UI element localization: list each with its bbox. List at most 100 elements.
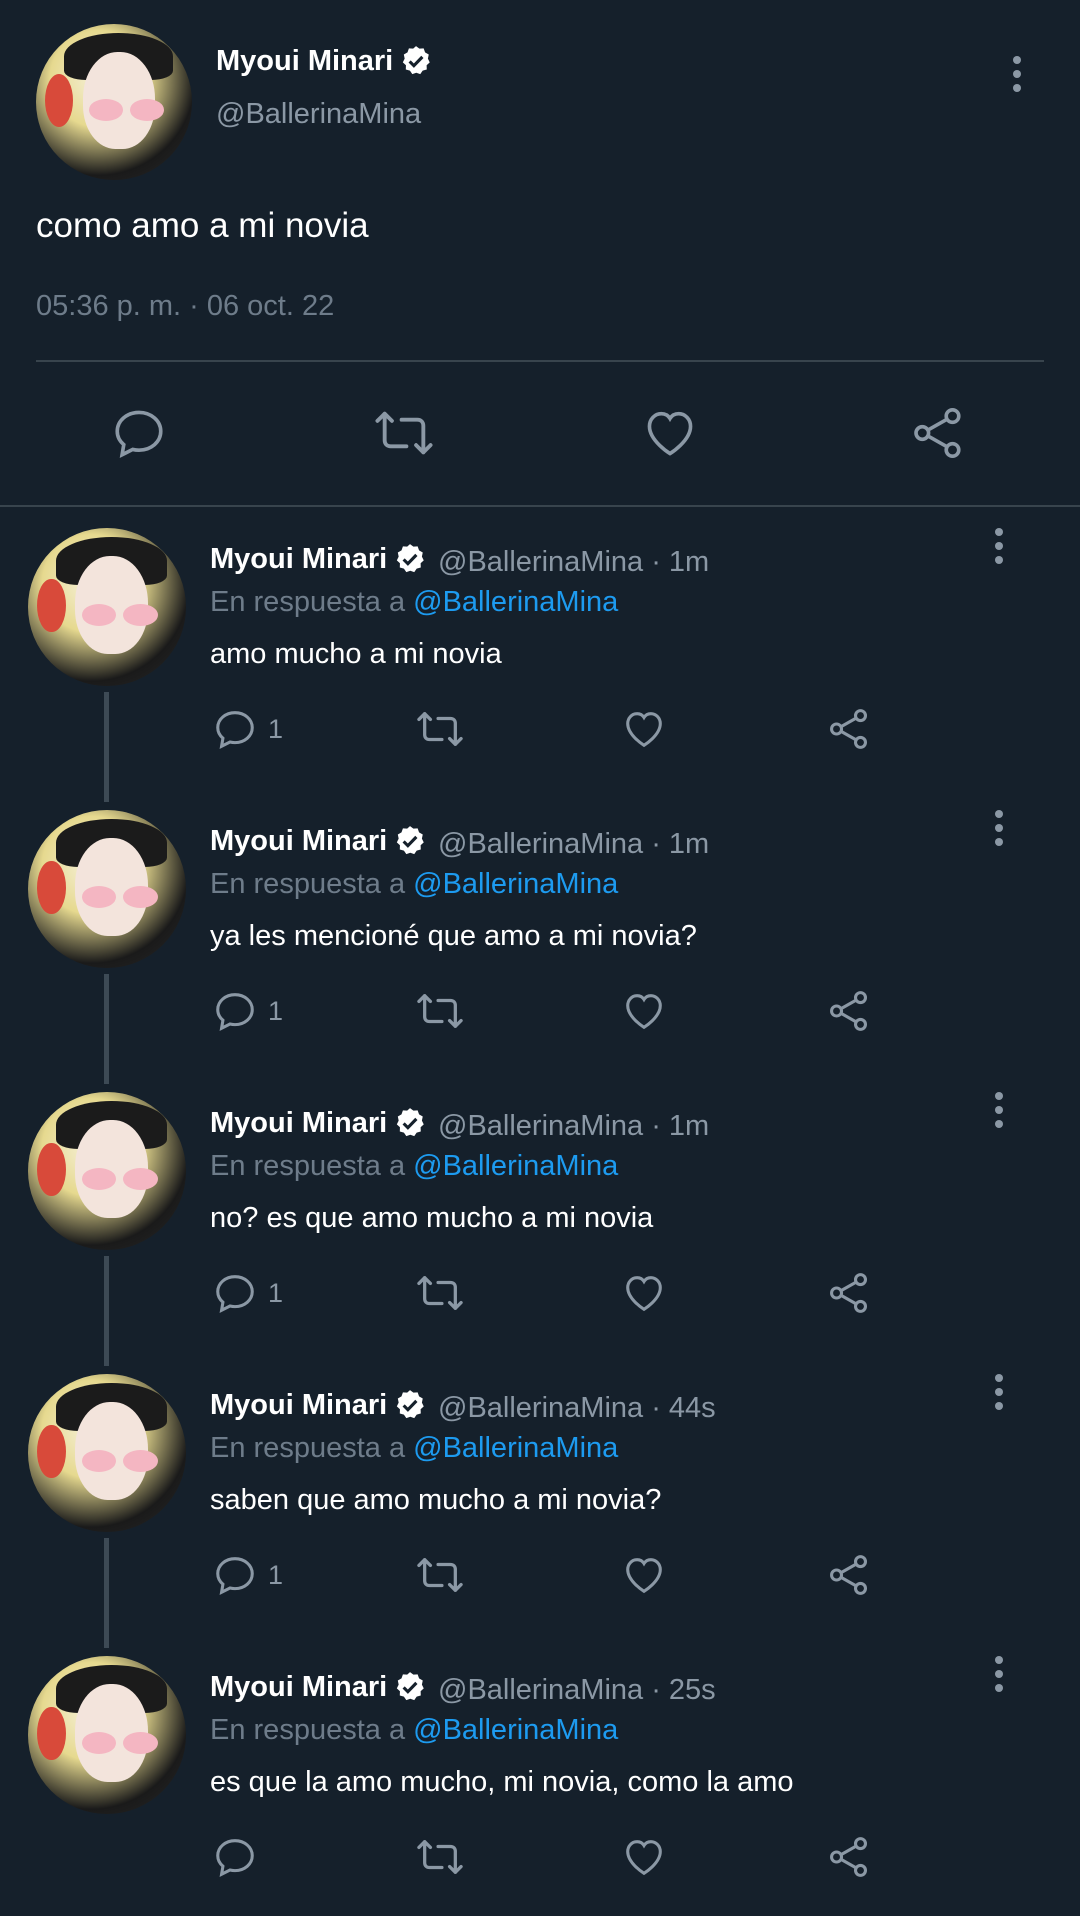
reply-count: 1: [268, 995, 284, 1026]
display-name[interactable]: Myoui Minari: [210, 542, 427, 576]
handle-time[interactable]: @BallerinaMina · 1m: [438, 546, 709, 579]
replying-to: En respuesta a @BallerinaMina: [210, 1714, 619, 1746]
display-name[interactable]: Myoui Minari: [210, 1670, 427, 1704]
display-name[interactable]: Myoui Minari: [216, 44, 433, 78]
retweet-icon: [417, 1276, 463, 1310]
share-button[interactable]: [825, 1834, 873, 1880]
tweet-text: ya les mencioné que amo a mi novia?: [210, 920, 697, 952]
reply-tweet[interactable]: Myoui Minari @BallerinaMina · 1m En resp…: [0, 788, 1080, 1084]
tweet-text: amo mucho a mi novia: [210, 638, 502, 670]
handle[interactable]: @BallerinaMina: [216, 98, 421, 131]
verified-badge-icon: [397, 826, 424, 855]
more-options-icon[interactable]: [989, 526, 1009, 570]
share-button[interactable]: [825, 988, 873, 1034]
share-button[interactable]: [825, 1270, 873, 1316]
mention-link[interactable]: @BallerinaMina: [413, 586, 618, 618]
more-options-icon[interactable]: [989, 808, 1009, 852]
reply-count: 1: [268, 1277, 284, 1308]
divider: [36, 360, 1044, 362]
verified-badge-icon: [403, 46, 430, 75]
like-icon: [626, 1558, 662, 1594]
share-button[interactable]: [825, 1552, 873, 1598]
handle-time[interactable]: @BallerinaMina · 25s: [438, 1674, 716, 1707]
like-icon: [647, 411, 693, 456]
like-button[interactable]: [620, 1834, 668, 1880]
replying-to: En respuesta a @BallerinaMina: [210, 868, 619, 900]
more-options-icon[interactable]: [989, 1654, 1009, 1698]
mention-link[interactable]: @BallerinaMina: [413, 868, 618, 900]
retweet-button[interactable]: [412, 988, 468, 1034]
retweet-button[interactable]: [412, 706, 468, 752]
thread-line: [104, 1538, 109, 1648]
retweet-button[interactable]: [412, 1834, 468, 1880]
handle-time[interactable]: @BallerinaMina · 44s: [438, 1392, 716, 1425]
more-options-icon[interactable]: [989, 1372, 1009, 1416]
tweet-text: no? es que amo mucho a mi novia: [210, 1202, 654, 1234]
tweet-timestamp: 05:36 p. m. · 06 oct. 22: [36, 290, 335, 322]
like-button[interactable]: [620, 988, 668, 1034]
like-icon: [626, 712, 662, 748]
share-icon: [830, 1273, 868, 1313]
reply-tweet[interactable]: Myoui Minari @BallerinaMina · 1m En resp…: [0, 506, 1080, 802]
retweet-icon: [417, 994, 463, 1028]
share-button[interactable]: [825, 706, 873, 752]
avatar[interactable]: [28, 528, 186, 686]
verified-badge-icon: [397, 1390, 424, 1419]
like-button[interactable]: [640, 404, 700, 462]
avatar[interactable]: [28, 1656, 186, 1814]
like-icon: [626, 1276, 662, 1312]
share-button[interactable]: [908, 404, 968, 462]
share-icon: [830, 1555, 868, 1595]
retweet-icon: [375, 411, 433, 455]
tweet-text: es que la amo mucho, mi novia, como la a…: [210, 1766, 794, 1798]
mention-link[interactable]: @BallerinaMina: [413, 1714, 618, 1746]
replying-to: En respuesta a @BallerinaMina: [210, 1150, 619, 1182]
reply-tweet[interactable]: Myoui Minari @BallerinaMina · 25s En res…: [0, 1634, 1080, 1916]
share-icon: [914, 407, 961, 459]
avatar[interactable]: [28, 1092, 186, 1250]
avatar[interactable]: [36, 24, 192, 180]
more-options-icon[interactable]: [1007, 54, 1027, 98]
retweet-button[interactable]: [412, 1552, 468, 1598]
share-icon: [830, 1837, 868, 1877]
reply-count: 1: [268, 713, 284, 744]
thread-line: [104, 1256, 109, 1366]
reply-icon: [216, 1839, 254, 1877]
avatar[interactable]: [28, 1374, 186, 1532]
retweet-icon: [417, 712, 463, 746]
reply-button[interactable]: [212, 1834, 268, 1880]
reply-button[interactable]: 1: [212, 706, 283, 752]
tweet-text: saben que amo mucho a mi novia?: [210, 1484, 662, 1516]
reply-icon: [115, 410, 163, 458]
main-tweet: Myoui Minari @BallerinaMina como amo a m…: [0, 0, 1080, 506]
reply-button[interactable]: 1: [212, 1552, 283, 1598]
reply-tweet[interactable]: Myoui Minari @BallerinaMina · 1m En resp…: [0, 1070, 1080, 1366]
replying-to: En respuesta a @BallerinaMina: [210, 586, 619, 618]
reply-button[interactable]: [110, 404, 168, 462]
reply-icon: [216, 1275, 254, 1313]
display-name[interactable]: Myoui Minari: [210, 824, 427, 858]
reply-button[interactable]: 1: [212, 1270, 283, 1316]
share-icon: [830, 709, 868, 749]
display-name[interactable]: Myoui Minari: [210, 1388, 427, 1422]
more-options-icon[interactable]: [989, 1090, 1009, 1134]
handle-time[interactable]: @BallerinaMina · 1m: [438, 1110, 709, 1143]
mention-link[interactable]: @BallerinaMina: [413, 1432, 618, 1464]
verified-badge-icon: [397, 1108, 424, 1137]
verified-badge-icon: [397, 544, 424, 573]
display-name[interactable]: Myoui Minari: [210, 1106, 427, 1140]
retweet-button[interactable]: [412, 1270, 468, 1316]
like-button[interactable]: [620, 1552, 668, 1598]
reply-button[interactable]: 1: [212, 988, 283, 1034]
avatar[interactable]: [28, 810, 186, 968]
retweet-button[interactable]: [370, 404, 438, 462]
tweet-text: como amo a mi novia: [36, 206, 369, 245]
replying-to: En respuesta a @BallerinaMina: [210, 1432, 619, 1464]
handle-time[interactable]: @BallerinaMina · 1m: [438, 828, 709, 861]
share-icon: [830, 991, 868, 1031]
like-button[interactable]: [620, 1270, 668, 1316]
reply-tweet[interactable]: Myoui Minari @BallerinaMina · 44s En res…: [0, 1352, 1080, 1648]
like-button[interactable]: [620, 706, 668, 752]
mention-link[interactable]: @BallerinaMina: [413, 1150, 618, 1182]
like-icon: [626, 1840, 662, 1876]
